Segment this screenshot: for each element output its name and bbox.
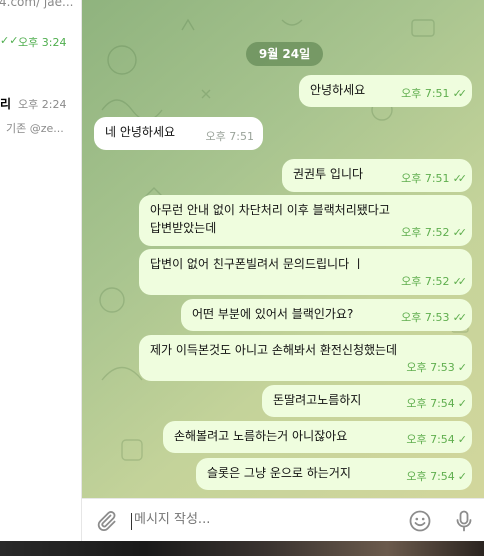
double-check-icon: ✓✓ <box>452 87 468 100</box>
outgoing-message[interactable]: 손해볼려고 노름하는거 아니잖아요 오후 7:54 ✓ <box>163 421 472 453</box>
background-strip <box>0 541 484 556</box>
message-text: 안녕하세요 <box>310 83 366 97</box>
message-time: 오후 7:51 <box>401 172 450 185</box>
outgoing-message[interactable]: 권권투 입니다 오후 7:51 ✓✓ <box>282 159 472 192</box>
message-time: 오후 7:54 <box>406 470 455 483</box>
message-text: 권권투 입니다 <box>293 167 364 181</box>
chat-list-name: 리 <box>0 97 12 111</box>
check-icon: ✓ <box>457 361 467 374</box>
outgoing-message[interactable]: 아무런 안내 없이 차단처리 이후 블랙처리됐다고 답변받았는데 오후 7:52… <box>139 195 472 246</box>
message-text: 답변이 없어 친구폰빌려서 문의드립니다 ㅣ <box>150 257 364 271</box>
check-icon: ✓ <box>457 397 467 410</box>
outgoing-message[interactable]: 답변이 없어 친구폰빌려서 문의드립니다 ㅣ 오후 7:52 ✓✓ <box>139 249 472 295</box>
text-cursor <box>131 513 132 530</box>
message-time: 오후 7:51 <box>205 130 254 143</box>
message-time: 오후 7:53 <box>401 311 450 324</box>
message-input[interactable] <box>134 512 394 527</box>
chat-message-area[interactable]: 9월 24일 안녕하세요 오후 7:51 ✓✓ 네 안녕하세요 오후 7:51 권… <box>82 0 484 498</box>
double-check-icon: ✓✓ <box>452 172 468 185</box>
message-text: 손해볼려고 노름하는거 아니잖아요 <box>174 429 348 443</box>
message-text: 어떤 부분에 있어서 블랙인가요? <box>192 307 354 321</box>
message-time: 오후 7:51 <box>401 87 450 100</box>
incoming-message[interactable]: 네 안녕하세요 오후 7:51 <box>94 117 263 150</box>
date-separator: 9월 24일 <box>246 42 323 66</box>
outgoing-message[interactable]: 안녕하세요 오후 7:51 ✓✓ <box>299 75 472 107</box>
message-text: 아무런 안내 없이 차단처리 이후 블랙처리됐다고 <box>150 203 390 217</box>
message-time: 오후 7:53 <box>406 361 455 374</box>
chat-list-time: 오후 3:24 <box>18 36 67 49</box>
microphone-icon[interactable] <box>452 509 476 533</box>
paperclip-icon[interactable] <box>94 509 118 533</box>
check-icon: ✓ <box>457 433 467 446</box>
message-time: 오후 7:52 <box>401 275 450 288</box>
double-check-icon: ✓✓ <box>452 226 468 239</box>
double-check-icon: ✓✓ <box>452 275 468 288</box>
message-text: 돈딸려고노름하지 <box>273 393 362 407</box>
outgoing-message[interactable]: 돈딸려고노름하지 오후 7:54 ✓ <box>262 385 472 417</box>
chat-list-item[interactable]: 4.com/ jae... <box>0 0 81 10</box>
message-text-line2: 답변받았는데 <box>150 221 217 235</box>
chat-preview-text: 4.com/ jae... <box>0 0 74 9</box>
outgoing-message[interactable]: 슬롯은 그냥 운으로 하는거지 오후 7:54 ✓ <box>196 458 472 490</box>
chat-list-time: 오후 2:24 <box>18 98 67 111</box>
message-composer <box>82 498 484 541</box>
message-text: 네 안녕하세요 <box>105 125 176 139</box>
chat-preview-text: 기존 @ze... <box>6 122 64 135</box>
smiley-icon[interactable] <box>408 509 432 533</box>
message-time: 오후 7:52 <box>401 226 450 239</box>
outgoing-message[interactable]: 어떤 부분에 있어서 블랙인가요? 오후 7:53 ✓✓ <box>181 299 472 331</box>
outgoing-message[interactable]: 제가 이득본것도 아니고 손해봐서 환전신청했는데 오후 7:53 ✓ <box>139 335 472 381</box>
chat-list-panel: 4.com/ jae... ✓✓ 오후 3:24 리 오후 2:24 기존 @z… <box>0 0 82 541</box>
read-check-icon: ✓✓ <box>0 34 19 47</box>
double-check-icon: ✓✓ <box>452 311 468 324</box>
check-icon: ✓ <box>457 470 467 483</box>
message-time: 오후 7:54 <box>406 433 455 446</box>
message-text: 제가 이득본것도 아니고 손해봐서 환전신청했는데 <box>150 343 398 357</box>
message-text: 슬롯은 그냥 운으로 하는거지 <box>207 466 351 480</box>
message-time: 오후 7:54 <box>406 397 455 410</box>
